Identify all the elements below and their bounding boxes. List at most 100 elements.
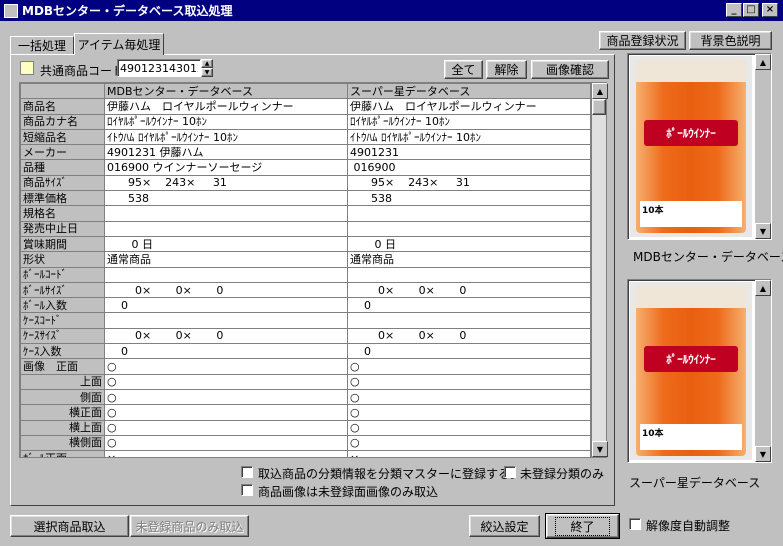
mdb-value-cell[interactable]: 0 [104,297,348,314]
grid-row[interactable]: 品種 016900 ウインナーソーセージ 016900 [20,159,590,176]
super-value-cell[interactable] [347,266,590,283]
super-value-cell[interactable]: 通常商品 [347,251,590,268]
bg-color-help-button[interactable]: 背景色説明 [689,31,772,50]
mdb-value-cell[interactable] [104,266,348,283]
grid-row[interactable]: 規格名 [20,205,590,222]
grid-row[interactable]: ﾎﾞｰﾙ入数 0 0 [20,297,590,314]
maximize-button[interactable]: □ [743,3,759,17]
grid-row[interactable]: ﾎﾞｰﾙｺｰﾄﾞ [20,266,590,283]
common-code-input[interactable] [117,59,201,77]
super-value-cell[interactable]: 0× 0× 0 [347,327,590,345]
super-value-cell[interactable] [347,205,590,222]
unregistered-image-checkbox[interactable] [241,484,253,496]
super-value-cell[interactable]: 伊藤ハム ロイヤルポールウィンナー [347,98,590,115]
mdb-scroll-up-icon[interactable]: ▲ [755,54,771,70]
super-value-cell[interactable]: × [347,450,590,457]
mdb-value-cell[interactable] [104,205,348,222]
super-value-cell[interactable]: 0 日 [347,235,590,253]
release-button[interactable]: 解除 [486,60,527,79]
common-code-spinner[interactable]: ▲ ▼ [201,59,213,77]
grid-row[interactable]: 画像 正面 ○ ○ [20,358,590,375]
mdb-value-cell[interactable]: ○ [104,358,348,375]
super-value-cell[interactable] [347,312,590,329]
scroll-down-icon[interactable]: ▼ [592,441,608,457]
super-value-cell[interactable]: ﾛｲﾔﾙﾎﾟｰﾙｳｲﾝﾅｰ 10ﾎﾝ [347,113,590,130]
mdb-value-cell[interactable]: × [104,450,348,457]
super-value-cell[interactable] [347,220,590,237]
mdb-value-cell[interactable]: ｲﾄｳﾊﾑ ﾛｲﾔﾙﾎﾟｰﾙｳｲﾝﾅｰ 10ﾎﾝ [104,128,348,146]
mdb-value-cell[interactable]: 0× 0× 0 [104,281,348,299]
mdb-value-cell[interactable]: ○ [104,373,348,390]
super-value-cell[interactable]: ○ [347,358,590,375]
mdb-value-cell[interactable]: 4901231 伊藤ハム [104,144,348,161]
grid-row[interactable]: 発売中止日 [20,220,590,237]
super-value-cell[interactable]: ｲﾄｳﾊﾑ ﾛｲﾔﾙﾎﾟｰﾙｳｲﾝﾅｰ 10ﾎﾝ [347,128,590,146]
mdb-scroll-down-icon[interactable]: ▼ [755,223,771,239]
minimize-button[interactable]: _ [726,3,742,17]
mdb-value-cell[interactable]: ○ [104,434,348,452]
super-image-scrollbar[interactable]: ▲ ▼ [755,280,771,462]
grid-row[interactable]: 側面 ○ ○ [20,388,590,406]
unregistered-only-checkbox[interactable] [504,466,516,478]
mdb-value-cell[interactable]: 0× 0× 0 [104,327,348,345]
super-value-cell[interactable]: 4901231 [347,144,590,161]
filter-settings-button[interactable]: 絞込設定 [469,515,540,537]
tab-item[interactable]: アイテム毎処理 [74,33,164,55]
select-all-button[interactable]: 全て [444,60,483,79]
grid-row[interactable]: 上面 ○ ○ [20,373,590,390]
mdb-value-cell[interactable] [104,220,348,237]
mdb-value-cell[interactable]: 通常商品 [104,251,348,268]
grid-row[interactable]: ﾎﾞｰﾙｻｲｽﾞ 0× 0× 0 0× 0× 0 [20,281,590,299]
super-value-cell[interactable]: 538 [347,190,590,207]
tab-batch[interactable]: 一括処理 [10,36,74,55]
grid-row[interactable]: 商品名 伊藤ハム ロイヤルポールウィンナー 伊藤ハム ロイヤルポールウィンナー [20,98,590,115]
mdb-value-cell[interactable]: ﾛｲﾔﾙﾎﾟｰﾙｳｲﾝﾅｰ 10ﾎﾝ [104,113,348,130]
mdb-value-cell[interactable]: ○ [104,404,348,421]
mdb-value-cell[interactable]: 95× 243× 31 [104,174,348,192]
auto-resolution-checkbox[interactable] [629,518,641,530]
grid-row[interactable]: 形状 通常商品 通常商品 [20,251,590,268]
grid-row[interactable]: メーカー 4901231 伊藤ハム 4901231 [20,144,590,161]
super-value-cell[interactable]: ○ [347,373,590,390]
super-value-cell[interactable]: 95× 243× 31 [347,174,590,192]
mdb-value-cell[interactable] [104,312,348,329]
super-value-cell[interactable]: ○ [347,404,590,421]
close-button[interactable]: × [762,3,778,17]
grid-row[interactable]: ﾎﾞｰﾙ正面×× [20,450,590,457]
grid-row[interactable]: 商品カナ名 ﾛｲﾔﾙﾎﾟｰﾙｳｲﾝﾅｰ 10ﾎﾝ ﾛｲﾔﾙﾎﾟｰﾙｳｲﾝﾅｰ 10ﾎ… [20,113,590,130]
scroll-up-icon[interactable]: ▲ [592,83,608,99]
mdb-value-cell[interactable]: 016900 ウインナーソーセージ [104,159,348,176]
mdb-value-cell[interactable]: 0 日 [104,235,348,253]
exit-button[interactable]: 終了 [545,513,620,539]
grid-scrollbar[interactable]: ▲ ▼ [591,82,608,458]
super-value-cell[interactable]: 0× 0× 0 [347,281,590,299]
mdb-value-cell[interactable]: ○ [104,419,348,436]
grid-row[interactable]: 横側面 ○ ○ [20,434,590,452]
mdb-value-cell[interactable]: 伊藤ハム ロイヤルポールウィンナー [104,98,348,115]
mdb-value-cell[interactable]: 538 [104,190,348,207]
super-value-cell[interactable]: 0 [347,297,590,314]
grid-row[interactable]: 横正面 ○ ○ [20,404,590,421]
super-value-cell[interactable]: ○ [347,388,590,406]
super-scroll-up-icon[interactable]: ▲ [755,280,771,296]
super-scroll-down-icon[interactable]: ▼ [755,446,771,462]
grid-row[interactable]: ｹｰｽ入数 0 0 [20,343,590,360]
super-value-cell[interactable]: 0 [347,343,590,360]
mdb-image-scrollbar[interactable]: ▲ ▼ [755,54,771,239]
mdb-value-cell[interactable]: 0 [104,343,348,360]
spin-up-icon[interactable]: ▲ [201,59,213,68]
grid-row[interactable]: 標準価格 538 538 [20,190,590,207]
grid-row[interactable]: 賞味期間 0 日 0 日 [20,235,590,253]
super-value-cell[interactable]: 016900 [347,159,590,176]
super-value-cell[interactable]: ○ [347,434,590,452]
grid-row[interactable]: 商品ｻｲｽﾞ 95× 243× 31 95× 243× 31 [20,174,590,192]
grid-row[interactable]: 短縮品名 ｲﾄｳﾊﾑ ﾛｲﾔﾙﾎﾟｰﾙｳｲﾝﾅｰ 10ﾎﾝ ｲﾄｳﾊﾑ ﾛｲﾔﾙﾎﾟ… [20,128,590,146]
grid-row[interactable]: 横上面 ○ ○ [20,419,590,436]
comparison-grid[interactable]: MDBセンター・データベース スーパー星データベース 商品名 伊藤ハム ロイヤルポール… [19,82,591,458]
super-value-cell[interactable]: ○ [347,419,590,436]
grid-row[interactable]: ｹｰｽｺｰﾄﾞ [20,312,590,329]
scroll-thumb[interactable] [592,99,606,115]
register-status-button[interactable]: 商品登録状況 [599,31,686,50]
spin-down-icon[interactable]: ▼ [201,68,213,77]
mdb-value-cell[interactable]: ○ [104,388,348,406]
